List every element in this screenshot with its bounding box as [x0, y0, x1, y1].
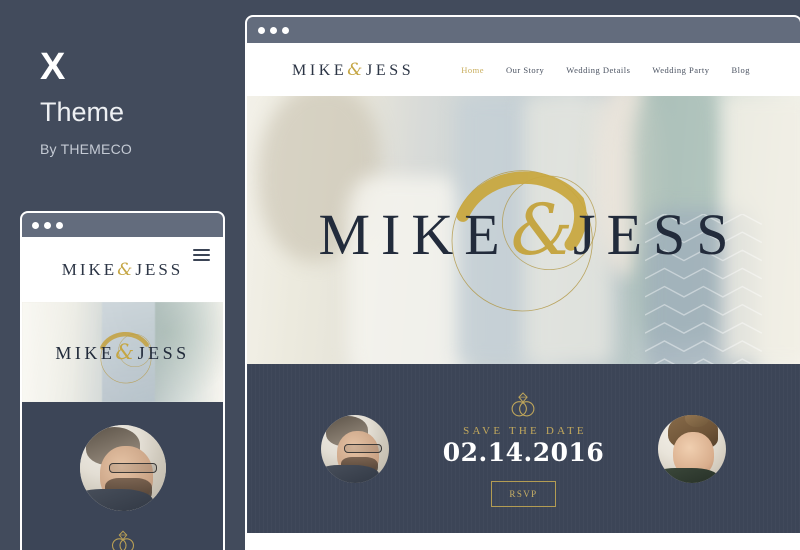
save-the-date-heading: SAVE THE DATE [463, 425, 587, 438]
desktop-hero-ampersand-icon: & [510, 189, 573, 271]
theme-author: By THEMECO [40, 140, 132, 157]
nav-item-blog[interactable]: Blog [731, 65, 750, 75]
wedding-rings-icon [111, 530, 134, 550]
mobile-hero-section: MIKE&JESS [22, 302, 223, 402]
bride-portrait [658, 414, 727, 483]
desktop-logo-right: JESS [366, 61, 415, 79]
desktop-site-logo[interactable]: MIKE&JESS [292, 60, 414, 80]
mobile-window-titlebar [22, 213, 223, 237]
desktop-footer-section [247, 533, 800, 550]
primary-navigation: Home Our Story Wedding Details Wedding P… [461, 65, 772, 75]
mobile-logo-right: JESS [135, 259, 184, 279]
mobile-viewport: MIKE&JESS MIKE&JESS [22, 237, 223, 550]
mobile-site-logo[interactable]: MIKE&JESS [62, 260, 184, 280]
theme-title: Theme [40, 97, 125, 127]
desktop-window-dots [258, 26, 289, 34]
window-dot-close-icon[interactable] [258, 26, 265, 34]
window-dot-maximize-icon[interactable] [56, 221, 63, 229]
wedding-rings-icon [512, 392, 535, 417]
desktop-hero-right: JESS [573, 202, 740, 267]
save-the-date-content: SAVE THE DATE 02.14.2016 RSVP [442, 390, 605, 507]
wedding-date: 02.14.2016 [442, 438, 605, 468]
theme-meta: X Theme By THEMECO [40, 48, 230, 157]
mobile-window-dots [32, 221, 63, 229]
mobile-logo-ampersand-icon: & [117, 259, 136, 280]
desktop-viewport: MIKE&JESS Home Our Story Wedding Details… [247, 43, 800, 550]
window-dot-close-icon[interactable] [32, 221, 39, 229]
mobile-logo-left: MIKE [61, 259, 118, 279]
mobile-save-the-date-section [22, 402, 223, 550]
rsvp-button[interactable]: RSVP [491, 480, 556, 507]
nav-item-wedding-party[interactable]: Wedding Party [652, 65, 709, 75]
desktop-site-header: MIKE&JESS Home Our Story Wedding Details… [247, 43, 800, 96]
desktop-logo-left: MIKE [292, 61, 348, 79]
mobile-preview-window[interactable]: MIKE&JESS MIKE&JESS [20, 211, 225, 550]
groom-portrait [79, 425, 166, 511]
nav-item-wedding-details[interactable]: Wedding Details [566, 65, 630, 75]
nav-item-our-story[interactable]: Our Story [506, 65, 544, 75]
window-dot-minimize-icon[interactable] [270, 26, 277, 34]
mobile-hero-right: JESS [137, 343, 190, 363]
mobile-site-header: MIKE&JESS [22, 237, 223, 302]
mobile-hero-left: MIKE [55, 343, 116, 363]
desktop-hero-left: MIKE [318, 202, 511, 267]
desktop-window-titlebar [247, 17, 800, 43]
desktop-preview-window[interactable]: MIKE&JESS Home Our Story Wedding Details… [245, 15, 800, 550]
groom-portrait [320, 414, 389, 483]
mobile-groom-avatar [79, 425, 166, 511]
desktop-hero-title: MIKE&JESS [307, 189, 739, 271]
save-the-date-section: SAVE THE DATE 02.14.2016 RSVP [247, 364, 800, 533]
nav-item-home[interactable]: Home [461, 65, 484, 75]
desktop-logo-ampersand-icon: & [347, 59, 367, 80]
groom-avatar [320, 414, 389, 483]
mobile-hero-ampersand-icon: & [115, 340, 138, 364]
hamburger-icon[interactable] [193, 249, 210, 261]
window-dot-minimize-icon[interactable] [44, 221, 51, 229]
desktop-hero-section: MIKE&JESS [247, 96, 800, 364]
x-theme-logo: X [40, 46, 66, 88]
bride-avatar [658, 414, 727, 483]
mobile-hero-title: MIKE&JESS [55, 340, 189, 364]
window-dot-maximize-icon[interactable] [282, 26, 289, 34]
